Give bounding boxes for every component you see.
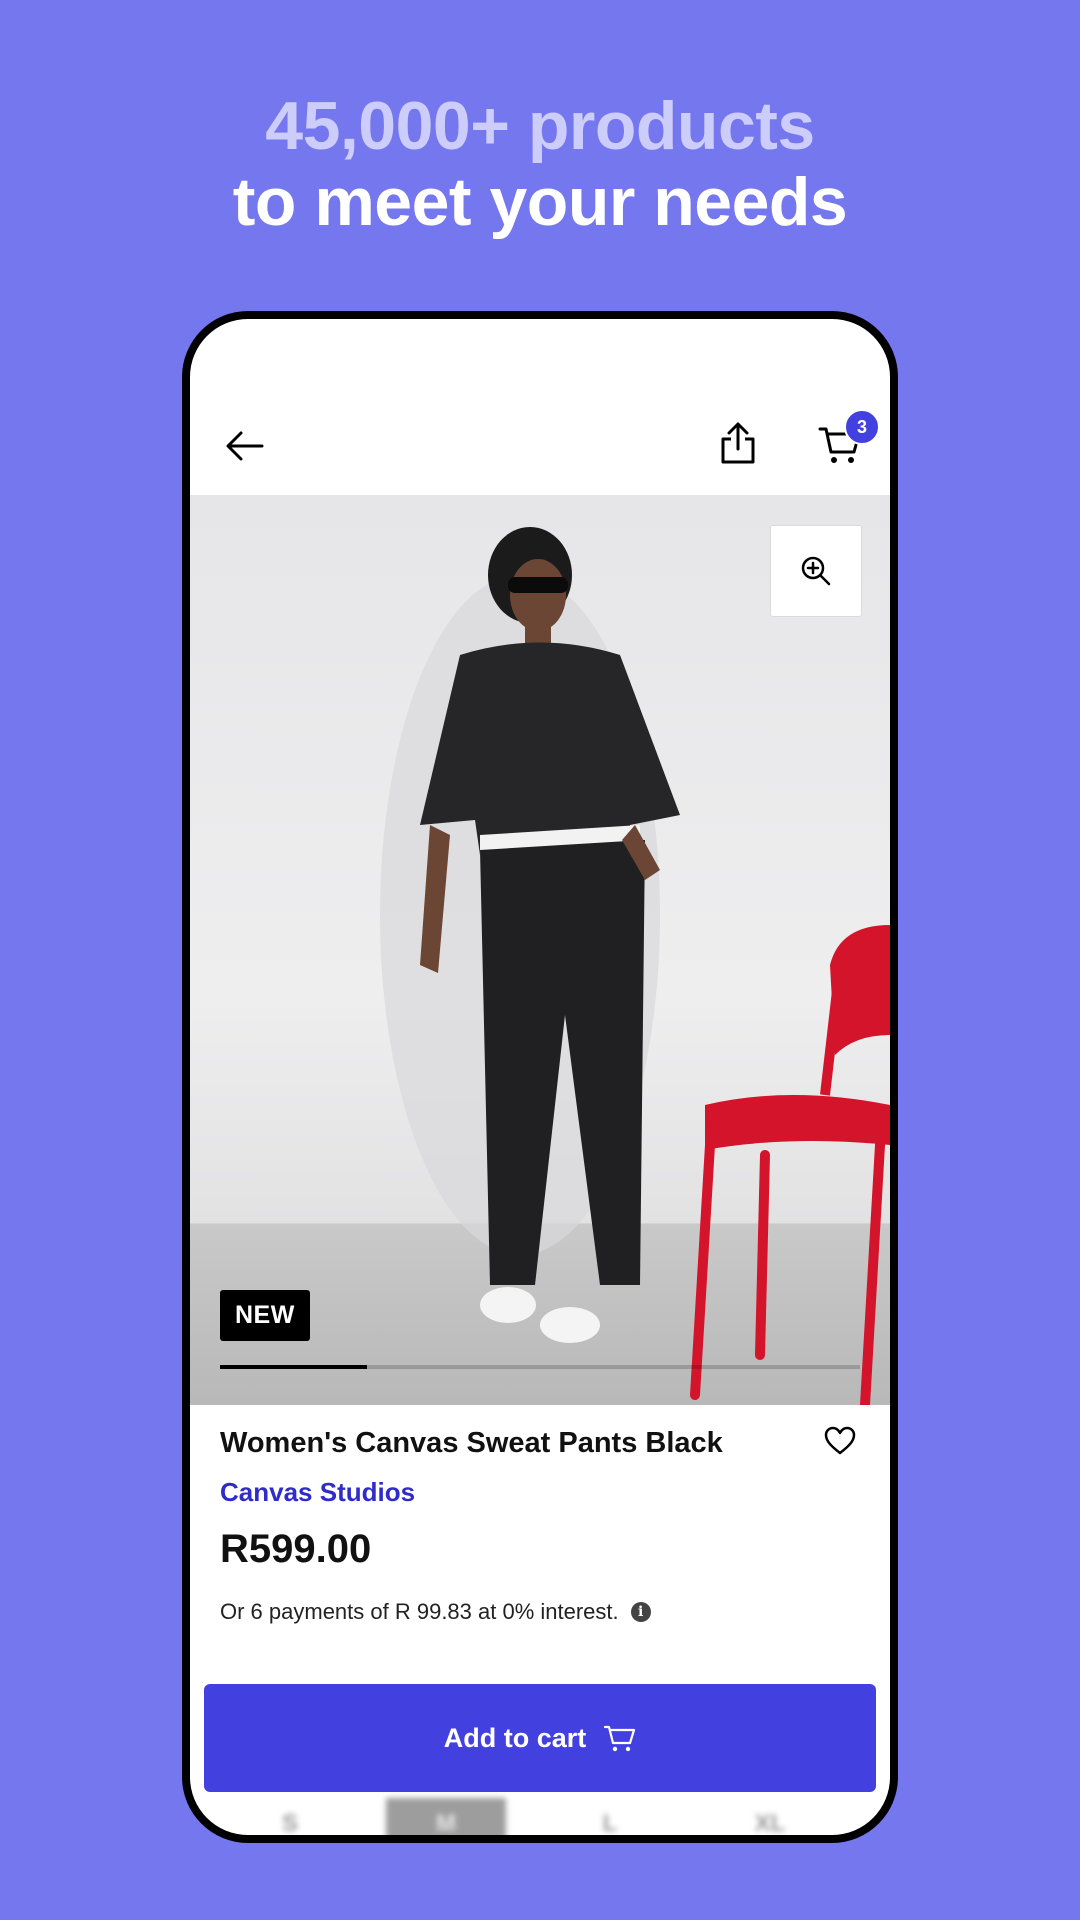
- headline: 45,000+ products to meet your needs: [0, 88, 1080, 240]
- headline-line-1: 45,000+ products: [265, 88, 815, 164]
- size-option-m[interactable]: M: [386, 1798, 506, 1835]
- size-selector: S M L XL: [190, 1792, 890, 1835]
- cart-count-badge: 3: [844, 409, 880, 445]
- installments-note: Or 6 payments of R 99.83 at 0% interest.…: [220, 1599, 651, 1625]
- headline-line-2: to meet your needs: [232, 164, 848, 240]
- gallery-progress-track: [220, 1365, 860, 1369]
- product-title: Women's Canvas Sweat Pants Black: [220, 1427, 723, 1459]
- zoom-in-icon: [801, 556, 831, 586]
- cart-icon: [604, 1725, 636, 1752]
- add-to-cart-label: Add to cart: [443, 1722, 587, 1753]
- size-option-l[interactable]: L: [550, 1798, 670, 1835]
- product-photo-illustration: [380, 527, 890, 1405]
- info-icon[interactable]: i: [630, 1602, 651, 1622]
- add-to-cart-button[interactable]: Add to cart: [204, 1684, 876, 1792]
- product-image[interactable]: NEW: [190, 495, 890, 1405]
- arrow-left-icon: [226, 431, 264, 461]
- back-button[interactable]: [220, 421, 270, 471]
- brand-link[interactable]: Canvas Studios: [220, 1477, 415, 1508]
- heart-icon: [824, 1426, 856, 1455]
- wishlist-button[interactable]: [820, 1421, 860, 1461]
- size-option-xl[interactable]: XL: [710, 1798, 830, 1835]
- product-price: R599.00: [220, 1527, 372, 1571]
- installments-text: Or 6 payments of R 99.83 at 0% interest.: [220, 1599, 619, 1624]
- gallery-progress-indicator: [220, 1365, 368, 1369]
- share-icon: [721, 422, 755, 464]
- new-badge: NEW: [220, 1290, 310, 1341]
- share-button[interactable]: [713, 416, 763, 470]
- phone-screen: 3 NEW Women's Canvas Sweat Pants Black C…: [190, 319, 890, 1835]
- zoom-button[interactable]: [770, 525, 862, 617]
- phone-frame: 3 NEW Women's Canvas Sweat Pants Black C…: [182, 311, 898, 1843]
- top-bar: 3: [190, 319, 890, 495]
- size-option-s[interactable]: S: [230, 1798, 350, 1835]
